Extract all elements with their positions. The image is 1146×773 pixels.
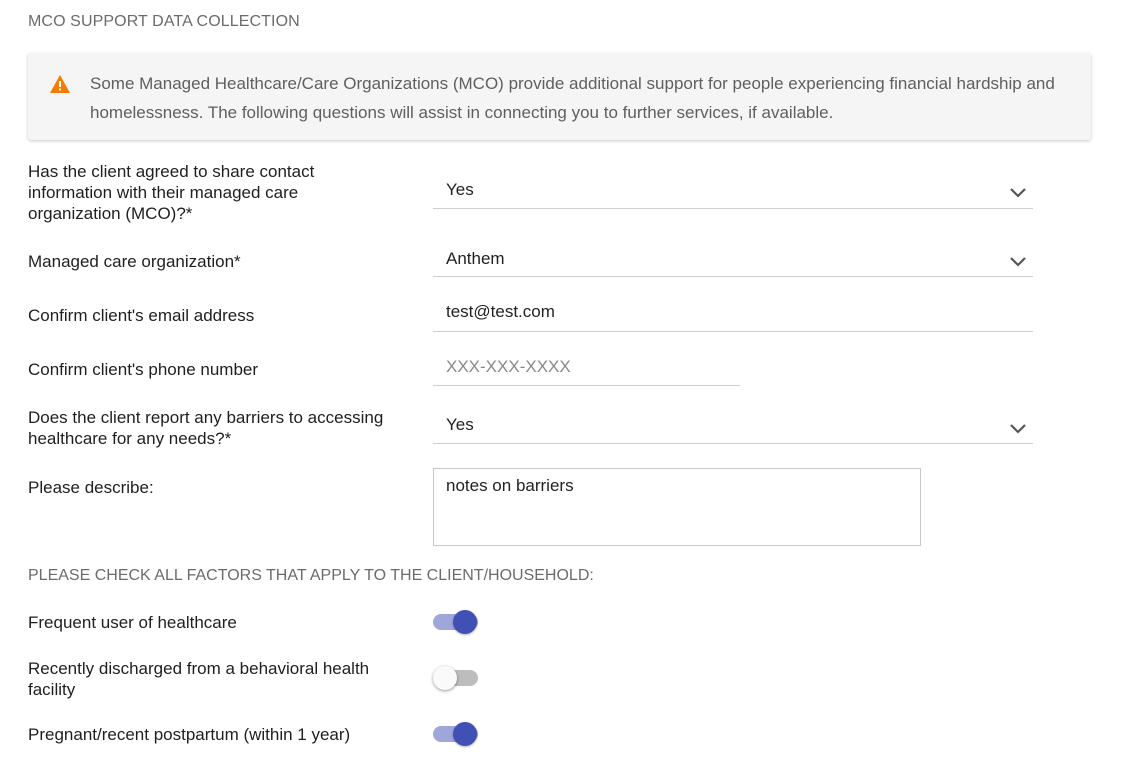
phone-placeholder: XXX-XXX-XXXX (446, 357, 571, 376)
section-title: MCO SUPPORT DATA COLLECTION (28, 13, 300, 30)
toggle-thumb (453, 610, 477, 634)
toggle-thumb (453, 722, 477, 746)
barriers-select[interactable]: Yes (433, 405, 1033, 444)
toggle-pregnant[interactable] (433, 720, 479, 748)
phone-label: Confirm client's phone number (28, 360, 259, 379)
toggle-frequent-user[interactable] (433, 608, 479, 636)
mco-select[interactable]: Anthem (433, 240, 1033, 277)
barriers-label: Does the client report any barriers to a… (28, 408, 384, 448)
factor-label-frequent-user: Frequent user of healthcare (28, 613, 237, 632)
describe-label: Please describe: (28, 478, 154, 497)
describe-textarea[interactable]: notes on barriers (433, 468, 921, 546)
chevron-down-icon (1010, 188, 1026, 198)
describe-value: notes on barriers (446, 476, 574, 495)
alert-message: Some Managed Healthcare/Care Organizatio… (90, 74, 1055, 122)
share-contact-value: Yes (446, 180, 474, 199)
toggle-thumb (433, 666, 457, 690)
factor-label-pregnant: Pregnant/recent postpartum (within 1 yea… (28, 725, 351, 744)
factor-label-recent-discharge: Recently discharged from a behavioral he… (28, 659, 370, 699)
phone-field[interactable]: XXX-XXX-XXXX (433, 348, 740, 386)
warning-triangle-icon (50, 75, 70, 93)
mco-label: Managed care organization* (28, 252, 241, 271)
factors-heading: PLEASE CHECK ALL FACTORS THAT APPLY TO T… (28, 567, 594, 584)
share-contact-label: Has the client agreed to share contact i… (28, 162, 315, 223)
chevron-down-icon (1010, 257, 1026, 267)
email-field[interactable]: test@test.com (433, 293, 1033, 332)
toggle-recent-discharge[interactable] (433, 664, 479, 692)
barriers-value: Yes (446, 415, 474, 434)
email-value: test@test.com (446, 302, 555, 321)
info-alert: Some Managed Healthcare/Care Organizatio… (28, 53, 1091, 140)
share-contact-select[interactable]: Yes (433, 170, 1033, 209)
chevron-down-icon (1010, 424, 1026, 434)
email-label: Confirm client's email address (28, 306, 255, 325)
mco-value: Anthem (446, 249, 505, 268)
